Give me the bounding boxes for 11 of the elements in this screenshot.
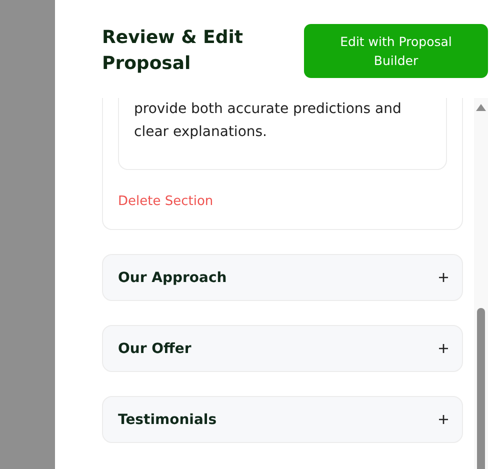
accordion-header[interactable]: Our Offer: [102, 325, 463, 372]
accordion-header[interactable]: Our Approach: [102, 254, 463, 301]
scrollbar-thumb[interactable]: [477, 308, 485, 469]
section-text-field[interactable]: provide both accurate predictions and clear explanations.: [118, 98, 447, 170]
accordion-title: Our Offer: [118, 340, 192, 356]
accordion-title: Our Approach: [118, 270, 227, 286]
accordion-title: Testimonials: [118, 412, 217, 428]
panel-title: Review & Edit Proposal: [102, 26, 244, 76]
accordion-header[interactable]: Testimonials: [102, 396, 463, 443]
scroll-up-icon[interactable]: [476, 104, 486, 111]
scrollbar[interactable]: [474, 98, 488, 469]
